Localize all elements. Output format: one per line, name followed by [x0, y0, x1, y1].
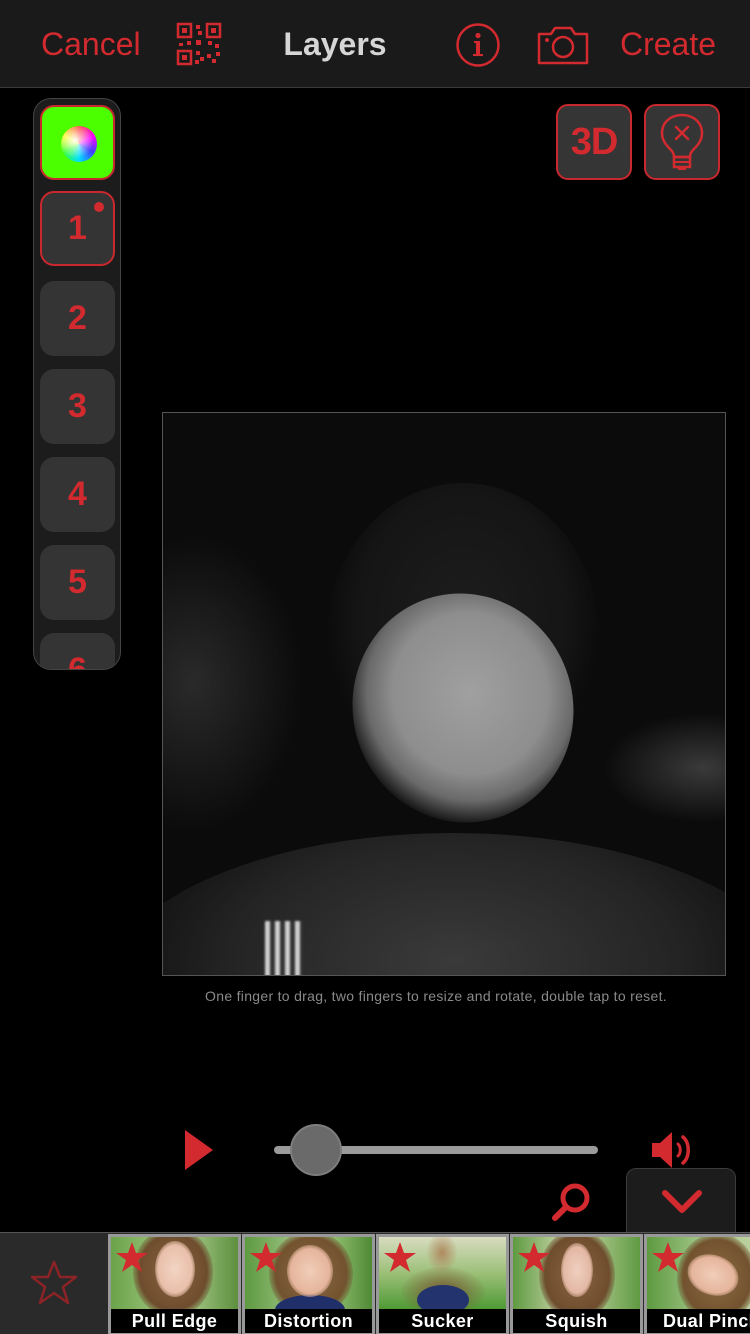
effect-item-pull-edge[interactable]: Pull Edge — [108, 1234, 241, 1334]
effect-thumbnail — [245, 1237, 372, 1309]
favorite-star-icon[interactable] — [517, 1241, 551, 1273]
layer-panel[interactable]: 1 2 3 4 5 6 — [33, 98, 121, 670]
effect-item-dual-pinch[interactable]: Dual Pinch — [644, 1234, 750, 1334]
hint-toggle-button[interactable] — [644, 104, 720, 180]
layer-number: 1 — [68, 209, 87, 247]
favorite-star-icon[interactable] — [249, 1241, 283, 1273]
layer-button-3[interactable]: 3 — [40, 369, 115, 444]
play-icon[interactable] — [185, 1130, 213, 1170]
effect-item-squish[interactable]: Squish — [510, 1234, 643, 1334]
effect-label: Sucker — [379, 1309, 506, 1333]
subject-detail — [265, 921, 303, 975]
collapse-panel-button[interactable] — [626, 1168, 736, 1234]
effect-label: Pull Edge — [111, 1309, 238, 1333]
layer-button-4[interactable]: 4 — [40, 457, 115, 532]
layer-content-indicator — [94, 202, 104, 212]
favorite-star-icon[interactable] — [651, 1241, 685, 1273]
layer-number: 3 — [68, 387, 87, 425]
effect-label: Squish — [513, 1309, 640, 1333]
effect-item-sucker[interactable]: Sucker — [376, 1234, 509, 1334]
timeline-slider[interactable] — [274, 1124, 598, 1176]
effect-thumbnail — [111, 1237, 238, 1309]
app-screen: Cancel Layers Create 1 2 3 4 5 6 3D One … — [0, 0, 750, 1334]
star-outline-icon — [30, 1260, 78, 1305]
navigation-bar: Cancel Layers Create — [0, 0, 750, 88]
create-button[interactable]: Create — [620, 24, 716, 64]
favorite-star-icon[interactable] — [383, 1241, 417, 1273]
effect-thumbnail — [379, 1237, 506, 1309]
favorite-star-icon[interactable] — [115, 1241, 149, 1273]
chevron-down-icon — [662, 1190, 702, 1213]
search-icon[interactable] — [548, 1180, 594, 1226]
layer-number: 4 — [68, 475, 87, 513]
gesture-hint: One finger to drag, two fingers to resiz… — [205, 988, 667, 1004]
layer-number: 5 — [68, 563, 87, 601]
color-picker-button[interactable] — [40, 105, 115, 180]
3d-label: 3D — [570, 120, 619, 163]
effect-item-distortion[interactable]: Distortion — [242, 1234, 375, 1334]
effect-label: Distortion — [245, 1309, 372, 1333]
layer-button-1[interactable]: 1 — [40, 191, 115, 266]
layer-button-5[interactable]: 5 — [40, 545, 115, 620]
camera-icon[interactable] — [537, 25, 589, 65]
effect-thumbnail — [647, 1237, 750, 1309]
effect-thumbnail — [513, 1237, 640, 1309]
background-shape — [603, 713, 725, 823]
effect-label: Dual Pinch — [647, 1309, 750, 1333]
lightbulb-off-icon — [660, 113, 704, 170]
subject-shoulders — [163, 833, 725, 975]
layer-button-6[interactable]: 6 — [40, 633, 115, 670]
3d-toggle-button[interactable]: 3D — [556, 104, 632, 180]
volume-icon[interactable] — [650, 1128, 698, 1172]
layer-number: 2 — [68, 299, 87, 337]
info-icon[interactable] — [455, 22, 501, 68]
layer-button-2[interactable]: 2 — [40, 281, 115, 356]
layer-canvas[interactable] — [162, 412, 726, 976]
favorites-button[interactable] — [0, 1233, 108, 1334]
effects-strip[interactable]: Pull Edge Distortion Sucker Squish Dual … — [0, 1232, 750, 1334]
background-shape — [163, 533, 303, 833]
layer-number: 6 — [68, 651, 87, 670]
color-wheel-icon — [61, 126, 97, 162]
slider-thumb[interactable] — [290, 1124, 343, 1176]
